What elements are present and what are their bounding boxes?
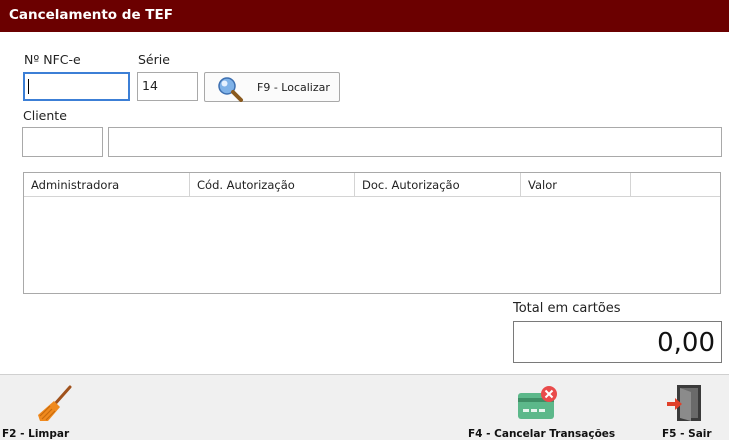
text-caret [28, 79, 29, 94]
title-bar: Cancelamento de TEF [0, 0, 729, 32]
sair-label: F5 - Sair [662, 428, 712, 440]
limpar-button[interactable]: F2 - Limpar [0, 375, 110, 440]
cliente-label: Cliente [23, 108, 67, 123]
column-header-cod-autorizacao[interactable]: Cód. Autorização [190, 173, 355, 197]
column-header-extra[interactable] [631, 173, 720, 197]
total-value: 0,00 [657, 328, 715, 358]
column-header-doc-autorizacao[interactable]: Doc. Autorização [355, 173, 521, 197]
broom-icon [38, 385, 72, 421]
total-display: 0,00 [513, 321, 722, 363]
cliente-name-input[interactable] [108, 127, 722, 157]
card-cancel-icon [518, 386, 557, 419]
nfce-input[interactable] [23, 72, 130, 101]
exit-door-icon [667, 385, 701, 421]
cancelar-transacoes-button[interactable]: F4 - Cancelar Transações [462, 375, 622, 440]
localizar-button[interactable]: F9 - Localizar [204, 72, 340, 102]
cliente-code-input[interactable] [22, 127, 103, 157]
cancelar-transacoes-label: F4 - Cancelar Transações [468, 428, 616, 440]
magnifier-icon [218, 77, 243, 102]
footer-toolbar: F2 - Limpar F4 - Cancelar Transações F5 … [0, 374, 729, 440]
serie-input[interactable]: 14 [137, 72, 198, 101]
nfce-label: Nº NFC-e [24, 52, 81, 67]
limpar-label: F2 - Limpar [2, 428, 70, 440]
localizar-label: F9 - Localizar [257, 81, 330, 94]
table-header: Administradora Cód. Autorização Doc. Aut… [24, 173, 720, 197]
sair-button[interactable]: F5 - Sair [645, 375, 729, 440]
transactions-table[interactable]: Administradora Cód. Autorização Doc. Aut… [23, 172, 721, 294]
column-header-administradora[interactable]: Administradora [24, 173, 190, 197]
serie-label: Série [138, 52, 170, 67]
serie-value: 14 [142, 78, 158, 93]
window-title: Cancelamento de TEF [9, 7, 173, 23]
total-label: Total em cartões [513, 301, 621, 316]
column-header-valor[interactable]: Valor [521, 173, 631, 197]
